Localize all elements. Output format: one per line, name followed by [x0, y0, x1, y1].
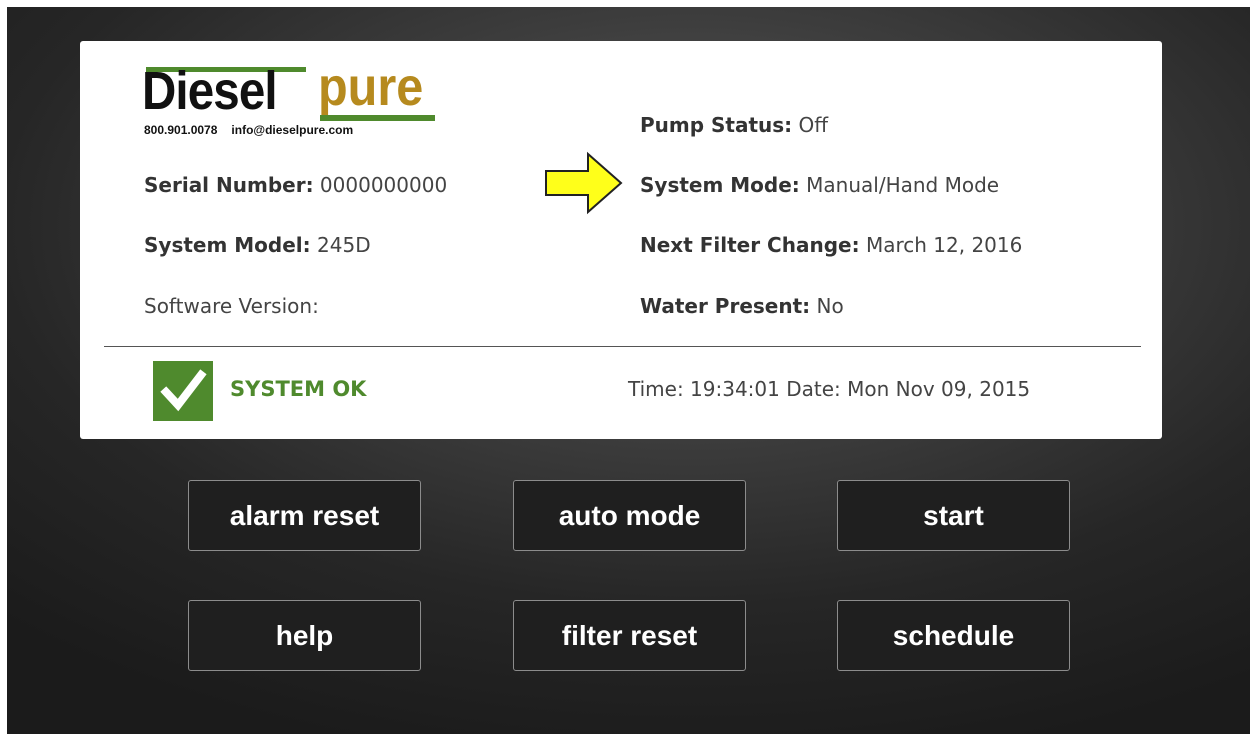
system-mode-value: Manual/Hand Mode	[806, 173, 1000, 197]
date-value: Mon Nov 09, 2015	[847, 377, 1031, 401]
pump-status-field: Pump Status: Off	[640, 113, 828, 137]
date-label: Date:	[786, 377, 841, 401]
alarm-reset-button[interactable]: alarm reset	[188, 480, 421, 551]
panel-divider	[104, 346, 1141, 347]
logo-diesel-text: Diesel	[142, 61, 278, 121]
water-present-value: No	[816, 294, 844, 318]
start-button[interactable]: start	[837, 480, 1070, 551]
system-mode-label: System Mode:	[640, 173, 800, 197]
dieselpure-logo: Diesel Pure 800.901.0078 info@dieselpure.…	[142, 57, 442, 151]
status-panel: Diesel Pure 800.901.0078 info@dieselpure.…	[80, 41, 1162, 439]
schedule-button[interactable]: schedule	[837, 600, 1070, 671]
system-model-label: System Model:	[144, 233, 311, 257]
control-screen: Diesel Pure 800.901.0078 info@dieselpure.…	[7, 7, 1250, 734]
checkmark-icon	[153, 361, 213, 421]
system-mode-field: System Mode: Manual/Hand Mode	[640, 173, 999, 197]
time-value: 19:34:01	[690, 377, 780, 401]
water-present-field: Water Present: No	[640, 294, 844, 318]
pump-status-value: Off	[798, 113, 829, 137]
system-model-value: 245D	[317, 233, 371, 257]
time-label: Time:	[628, 377, 684, 401]
logo-email: info@dieselpure.com	[231, 123, 354, 137]
serial-number-field: Serial Number: 0000000000	[144, 173, 447, 197]
system-model-field: System Model: 245D	[144, 233, 371, 257]
pump-status-label: Pump Status:	[640, 113, 793, 137]
arrow-right-icon	[545, 151, 623, 215]
next-filter-change-label: Next Filter Change:	[640, 233, 860, 257]
datetime-readout: Time: 19:34:01 Date: Mon Nov 09, 2015	[628, 377, 1030, 401]
serial-number-value: 0000000000	[319, 173, 448, 197]
software-version-field: Software Version:	[144, 294, 319, 318]
serial-number-label: Serial Number:	[144, 173, 314, 197]
next-filter-change-field: Next Filter Change: March 12, 2016	[640, 233, 1022, 257]
logo-phone: 800.901.0078	[144, 123, 218, 137]
next-filter-change-value: March 12, 2016	[865, 233, 1023, 257]
auto-mode-button[interactable]: auto mode	[513, 480, 746, 551]
water-present-label: Water Present:	[640, 294, 811, 318]
logo-contact: 800.901.0078 info@dieselpure.com	[144, 123, 353, 137]
system-status-text: SYSTEM OK	[230, 377, 367, 401]
logo-underline-bar	[320, 115, 435, 121]
software-version-label: Software Version:	[144, 294, 319, 318]
logo-pure-text: Pure	[318, 57, 424, 117]
help-button[interactable]: help	[188, 600, 421, 671]
filter-reset-button[interactable]: filter reset	[513, 600, 746, 671]
